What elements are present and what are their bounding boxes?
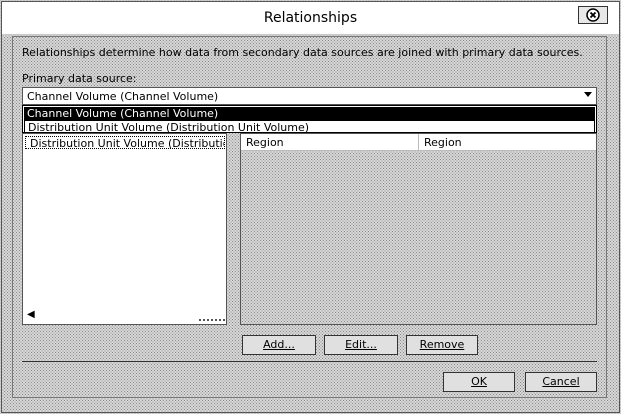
primary-source-dropdown: Channel Volume (Channel Volume) Distribu… xyxy=(22,105,597,134)
primary-source-combobox[interactable]: Channel Volume (Channel Volume) xyxy=(22,87,597,105)
add-button-label: Add... xyxy=(263,338,295,351)
cancel-button[interactable]: Cancel xyxy=(525,372,597,392)
ok-button[interactable]: OK xyxy=(443,372,515,392)
scrollbar-thumb[interactable] xyxy=(199,313,226,321)
cancel-button-label: Cancel xyxy=(542,375,580,388)
ok-button-label: OK xyxy=(471,375,487,388)
dropdown-option-channel-volume[interactable]: Channel Volume (Channel Volume) xyxy=(24,107,595,120)
edit-button[interactable]: Edit... xyxy=(324,335,398,355)
secondary-source-list[interactable]: Distribution Unit Volume (Distribution U… xyxy=(22,133,227,325)
chevron-down-icon[interactable] xyxy=(584,92,592,97)
remove-button-label: Remove xyxy=(419,338,465,351)
title-bar: Relationships xyxy=(2,2,619,35)
column-header-secondary: Region xyxy=(424,136,462,149)
list-item[interactable]: Distribution Unit Volume (Distribution U… xyxy=(25,136,225,149)
edit-button-label: Edit... xyxy=(345,338,377,351)
close-icon xyxy=(586,8,600,22)
close-button[interactable] xyxy=(578,6,608,24)
add-button[interactable]: Add... xyxy=(242,335,316,355)
column-divider[interactable] xyxy=(418,134,419,150)
column-header-primary: Region xyxy=(246,136,284,149)
field-mapping-grid[interactable]: Region Region xyxy=(240,133,597,325)
primary-source-label: Primary data source: xyxy=(22,72,137,85)
description-text: Relationships determine how data from se… xyxy=(22,46,583,59)
divider xyxy=(22,361,597,362)
grid-header: Region Region xyxy=(241,134,596,151)
dropdown-option-distribution-unit-volume[interactable]: Distribution Unit Volume (Distribution U… xyxy=(24,120,595,134)
scroll-left-icon[interactable]: ◀ xyxy=(27,309,35,320)
primary-source-value: Channel Volume (Channel Volume) xyxy=(27,90,219,103)
dialog-title: Relationships xyxy=(263,10,358,26)
horizontal-scrollbar[interactable]: ◀ xyxy=(23,309,226,324)
remove-button[interactable]: Remove xyxy=(406,335,478,355)
